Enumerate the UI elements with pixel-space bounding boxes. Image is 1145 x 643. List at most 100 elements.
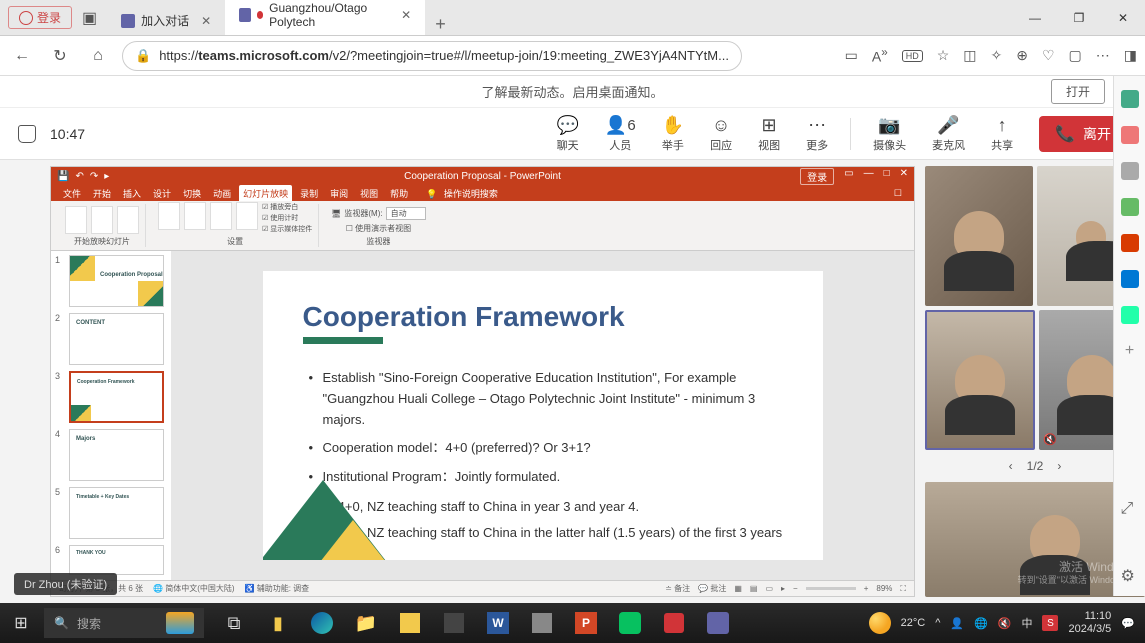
browser-tab-2[interactable]: Guangzhou/Otago Polytech ✕ bbox=[225, 0, 425, 35]
setup-icon[interactable] bbox=[158, 202, 180, 230]
play-narrations-check[interactable]: ☑ 播放旁白 bbox=[262, 202, 312, 212]
slideshow-icon[interactable]: ▸ bbox=[104, 171, 109, 182]
extensions-icon[interactable]: ♡ bbox=[1042, 47, 1055, 64]
window-close[interactable]: ✕ bbox=[1101, 3, 1145, 33]
media-controls-check[interactable]: ☑ 显示媒体控件 bbox=[262, 224, 312, 234]
close-icon[interactable]: ✕ bbox=[401, 8, 411, 22]
notifications-icon[interactable]: 💬 bbox=[1121, 617, 1135, 630]
chat-button[interactable]: 💬聊天 bbox=[546, 115, 588, 153]
ribbon-tab[interactable]: 文件 bbox=[59, 185, 85, 202]
taskbar-app[interactable]: ▮ bbox=[256, 603, 300, 643]
undo-icon[interactable]: ↶ bbox=[75, 171, 83, 182]
react-button[interactable]: ☺回应 bbox=[700, 115, 742, 153]
close-icon[interactable]: ✕ bbox=[201, 14, 211, 28]
ribbon-tab[interactable]: 审阅 bbox=[326, 185, 352, 202]
favorite-icon[interactable]: ☆ bbox=[937, 47, 950, 64]
wechat-icon[interactable] bbox=[608, 603, 652, 643]
fit-icon[interactable]: ⛶ bbox=[900, 584, 906, 594]
slideshow-view-icon[interactable]: ▸ bbox=[781, 584, 785, 593]
lang-indicator[interactable]: 🌐 简体中文(中国大陆) bbox=[153, 583, 235, 594]
normal-view-icon[interactable]: ▦ bbox=[734, 584, 742, 593]
sidebar-games-icon[interactable] bbox=[1121, 198, 1139, 216]
app-yellow-icon[interactable] bbox=[388, 603, 432, 643]
ppt-close-icon[interactable]: ✕ bbox=[900, 168, 908, 185]
thumbnail-6[interactable]: THANK YOU bbox=[69, 545, 164, 575]
window-maximize[interactable]: ❐ bbox=[1057, 3, 1101, 33]
notification-open-button[interactable]: 打开 bbox=[1051, 79, 1105, 104]
browser-tab-1[interactable]: 加入对话 ✕ bbox=[107, 6, 225, 35]
zoom-slider[interactable] bbox=[806, 587, 856, 590]
split-icon[interactable]: ◫ bbox=[963, 47, 976, 64]
app-red-icon[interactable] bbox=[652, 603, 696, 643]
ppt-max-icon[interactable]: □ bbox=[884, 168, 890, 185]
pager-next[interactable]: › bbox=[1057, 459, 1061, 473]
hide-icon[interactable] bbox=[184, 202, 206, 230]
taskview-icon[interactable]: ⧉ bbox=[212, 603, 256, 643]
more-icon[interactable]: ⋯ bbox=[1096, 47, 1110, 64]
explorer-icon[interactable]: 📁 bbox=[344, 603, 388, 643]
thumbnail-2[interactable]: CONTENT bbox=[69, 313, 164, 365]
ribbon-tab[interactable]: 设计 bbox=[149, 185, 175, 202]
zoom-in[interactable]: + bbox=[864, 584, 869, 593]
reading-view-icon[interactable]: ▭ bbox=[765, 584, 773, 593]
thumbnail-4[interactable]: Majors bbox=[69, 429, 164, 481]
thumbnail-5[interactable]: Timetable + Key Dates bbox=[69, 487, 164, 539]
tray-network-icon[interactable]: 🌐 bbox=[974, 617, 988, 630]
refresh-button[interactable]: ↻ bbox=[46, 42, 74, 70]
ribbon-options-icon[interactable]: ▭ bbox=[844, 168, 853, 185]
app-icon[interactable] bbox=[520, 603, 564, 643]
sidebar-toggle-icon[interactable]: ◨ bbox=[1124, 47, 1137, 64]
ppt-login[interactable]: 登录 bbox=[800, 168, 834, 185]
taskbar-clock[interactable]: 11:10 2024/3/5 bbox=[1068, 610, 1111, 636]
ppt-min-icon[interactable]: — bbox=[864, 168, 874, 185]
tabactions-icon[interactable]: ▭ bbox=[845, 47, 858, 64]
thumbnail-3[interactable]: Cooperation Framework bbox=[69, 371, 164, 423]
start-button[interactable]: ⊞ bbox=[0, 603, 42, 643]
presenter-view-check[interactable]: ☐ 使用演示者视图 bbox=[346, 223, 411, 234]
ribbon-tab[interactable]: 切换 bbox=[179, 185, 205, 202]
ribbon-search[interactable]: 💡 操作说明搜索 bbox=[422, 185, 506, 202]
from-current-icon[interactable] bbox=[91, 206, 113, 234]
favorites-bar-icon[interactable]: ✧ bbox=[991, 47, 1003, 64]
sidebar-send-icon[interactable] bbox=[1121, 306, 1139, 324]
save-icon[interactable]: 💾 bbox=[57, 171, 69, 182]
workspaces-icon[interactable]: ▣ bbox=[82, 8, 97, 28]
monitor-select[interactable]: 自动 bbox=[386, 207, 426, 220]
thumbnail-1[interactable]: Cooperation Proposal bbox=[69, 255, 164, 307]
ribbon-tab[interactable]: 插入 bbox=[119, 185, 145, 202]
people-button[interactable]: 👤6人员 bbox=[595, 115, 646, 153]
sidebar-tools-icon[interactable] bbox=[1121, 162, 1139, 180]
mic-button[interactable]: 🎤麦克风 bbox=[922, 115, 975, 153]
powerpoint-icon[interactable]: P bbox=[564, 603, 608, 643]
from-beginning-icon[interactable] bbox=[65, 206, 87, 234]
participant-video-1[interactable] bbox=[925, 166, 1033, 306]
sidebar-add-icon[interactable]: + bbox=[1121, 342, 1139, 360]
address-bar[interactable]: 🔒 https://teams.microsoft.com/v2/?meetin… bbox=[122, 41, 742, 71]
readaloud-icon[interactable]: A» bbox=[872, 46, 888, 65]
share-button[interactable]: ↑共享 bbox=[981, 115, 1023, 153]
ribbon-tab-active[interactable]: 幻灯片放映 bbox=[239, 185, 292, 202]
sidebar-search-icon[interactable] bbox=[1121, 90, 1139, 108]
weather-icon[interactable] bbox=[869, 612, 891, 634]
zoom-out[interactable]: − bbox=[793, 584, 798, 593]
taskbar-search[interactable]: 🔍 搜索 bbox=[44, 608, 204, 638]
ribbon-tab[interactable]: 录制 bbox=[296, 185, 322, 202]
sogou-icon[interactable]: S bbox=[1042, 615, 1058, 631]
new-tab-button[interactable]: + bbox=[425, 14, 456, 35]
ribbon-tab[interactable]: 视图 bbox=[356, 185, 382, 202]
self-video[interactable]: 激活 Windows 转到"设置"以激活 Windows。 bbox=[925, 482, 1145, 597]
collections-icon[interactable]: ⊕ bbox=[1016, 47, 1028, 64]
window-minimize[interactable]: — bbox=[1013, 3, 1057, 33]
sidebar-shopping-icon[interactable] bbox=[1121, 126, 1139, 144]
home-button[interactable]: ⌂ bbox=[84, 42, 112, 70]
tray-people-icon[interactable]: 👤 bbox=[950, 617, 964, 630]
ribbon-tab[interactable]: 帮助 bbox=[386, 185, 412, 202]
video-icon[interactable]: HD bbox=[902, 50, 923, 62]
back-button[interactable]: ← bbox=[8, 42, 36, 70]
sidebar-settings-icon[interactable]: ⚙ bbox=[1121, 566, 1139, 584]
camera-button[interactable]: 📷摄像头 bbox=[863, 115, 916, 153]
record-icon[interactable] bbox=[236, 202, 258, 230]
tray-volume-icon[interactable]: 🔇 bbox=[998, 617, 1012, 630]
word-icon[interactable]: W bbox=[476, 603, 520, 643]
share-ribbon-icon[interactable]: ☐ bbox=[890, 186, 906, 201]
